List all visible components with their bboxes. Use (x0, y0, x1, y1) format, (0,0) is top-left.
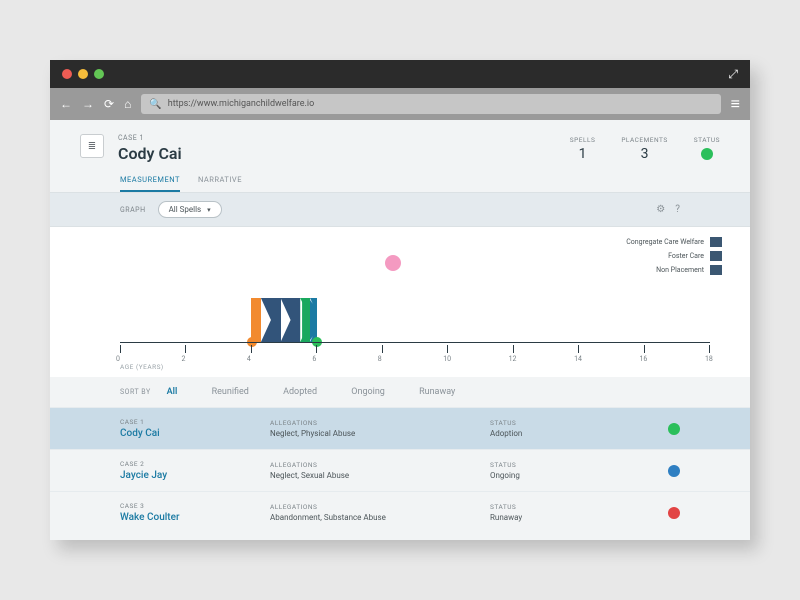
legend-label: Foster Care (668, 252, 704, 260)
titlebar: ⤢ (50, 60, 750, 88)
page: ≣ CASE 1 Cody Cai SPELLS 1 PLACEMENTS 3 … (50, 120, 750, 540)
case-name: Cody Cai (118, 144, 556, 163)
row-name: Cody Cai (120, 428, 270, 439)
case-row[interactable]: CASE 1 Cody Cai ALLEGATIONS Neglect, Phy… (50, 407, 750, 449)
row-status-label: STATUS (490, 461, 610, 469)
legend-swatch (710, 265, 722, 275)
placements-label: PLACEMENTS (621, 136, 667, 144)
row-status-dot (668, 507, 680, 519)
legend-label: Non Placement (656, 266, 704, 274)
reload-icon[interactable]: ⟳ (104, 97, 114, 111)
placement-segment (261, 298, 281, 342)
row-status-label: STATUS (490, 503, 610, 511)
row-status: Ongoing (490, 471, 610, 480)
status-label: STATUS (694, 136, 720, 144)
row-status: Adoption (490, 429, 610, 438)
row-status-dot (668, 423, 680, 435)
case-row[interactable]: CASE 2 Jaycie Jay ALLEGATIONS Neglect, S… (50, 449, 750, 491)
row-name: Jaycie Jay (120, 470, 270, 481)
legend-swatch (710, 237, 722, 247)
tick: 0 (120, 345, 121, 353)
graph-label: GRAPH (120, 206, 146, 214)
tick: 16 (644, 345, 645, 353)
list-toggle-button[interactable]: ≣ (80, 134, 104, 158)
row-case-id: CASE 2 (120, 460, 270, 468)
search-icon: 🔍 (149, 99, 161, 110)
status-indicator (701, 148, 713, 160)
gear-icon[interactable]: ⚙ (656, 204, 665, 215)
close-icon[interactable] (62, 69, 72, 79)
minimize-icon[interactable] (78, 69, 88, 79)
spells-label: SPELLS (570, 136, 596, 144)
row-alleg-label: ALLEGATIONS (270, 461, 490, 469)
legend-swatch (710, 251, 722, 261)
tick: 2 (185, 345, 186, 353)
row-alleg: Abandonment, Substance Abuse (270, 513, 490, 522)
fullscreen-icon[interactable]: ⤢ (728, 67, 738, 82)
row-status-dot (668, 465, 680, 477)
row-alleg: Neglect, Physical Abuse (270, 429, 490, 438)
sort-option-reunified[interactable]: Reunified (212, 387, 249, 397)
url-text: https://www.michiganchildwelfare.io (168, 99, 314, 109)
tick: 4 (251, 345, 252, 353)
placement-segment (281, 298, 301, 342)
annotation-marker (385, 255, 401, 271)
tab-measurement[interactable]: MEASUREMENT (120, 175, 180, 192)
placement-segment (300, 298, 310, 342)
app-window: ⤢ ← → ⟳ ⌂ 🔍 https://www.michiganchildwel… (50, 60, 750, 540)
row-name: Wake Coulter (120, 512, 270, 523)
row-status: Runaway (490, 513, 610, 522)
sort-option-adopted[interactable]: Adopted (283, 387, 317, 397)
chevron-down-icon: ▾ (207, 206, 211, 214)
row-case-id: CASE 3 (120, 502, 270, 510)
row-case-id: CASE 1 (120, 418, 270, 426)
sort-bar: SORT BY All Reunified Adopted Ongoing Ru… (50, 377, 750, 407)
placement-segment (310, 298, 317, 342)
row-alleg-label: ALLEGATIONS (270, 419, 490, 427)
spells-dropdown[interactable]: All Spells ▾ (158, 201, 222, 218)
case-list: CASE 1 Cody Cai ALLEGATIONS Neglect, Phy… (50, 407, 750, 533)
placement-segment (251, 298, 261, 342)
tick: 10 (447, 345, 448, 353)
legend-label: Congregate Care Welfare (626, 238, 704, 246)
row-alleg: Neglect, Sexual Abuse (270, 471, 490, 480)
tick: 12 (513, 345, 514, 353)
menu-icon[interactable]: ≡ (731, 94, 740, 114)
tick: 8 (382, 345, 383, 353)
tick: 14 (578, 345, 579, 353)
sort-option-all[interactable]: All (167, 387, 178, 397)
back-icon[interactable]: ← (60, 97, 72, 111)
spells-value: 1 (570, 146, 596, 162)
tab-narrative[interactable]: NARRATIVE (198, 175, 242, 192)
sort-option-runaway[interactable]: Runaway (419, 387, 455, 397)
case-eyebrow: CASE 1 (118, 134, 556, 142)
timeline-chart: Congregate Care Welfare Foster Care Non Pl… (50, 227, 750, 377)
row-alleg-label: ALLEGATIONS (270, 503, 490, 511)
help-icon[interactable]: ? (675, 204, 680, 215)
x-axis-label: AGE (YEARS) (120, 363, 164, 371)
zoom-icon[interactable] (94, 69, 104, 79)
sort-label: SORT BY (120, 388, 151, 396)
x-ticks: 0 2 4 6 8 10 12 14 16 18 (120, 345, 710, 353)
sort-option-ongoing[interactable]: Ongoing (351, 387, 385, 397)
forward-icon[interactable]: → (82, 97, 94, 111)
home-icon[interactable]: ⌂ (124, 97, 131, 111)
placements-value: 3 (621, 146, 667, 162)
spell-block (251, 298, 317, 342)
window-controls (62, 69, 104, 79)
tick: 18 (709, 345, 710, 353)
browser-toolbar: ← → ⟳ ⌂ 🔍 https://www.michiganchildwelfa… (50, 88, 750, 120)
tick: 6 (316, 345, 317, 353)
row-status-label: STATUS (490, 419, 610, 427)
x-axis (120, 342, 710, 343)
url-bar[interactable]: 🔍 https://www.michiganchildwelfare.io (141, 94, 720, 114)
case-row[interactable]: CASE 3 Wake Coulter ALLEGATIONS Abandonm… (50, 491, 750, 533)
